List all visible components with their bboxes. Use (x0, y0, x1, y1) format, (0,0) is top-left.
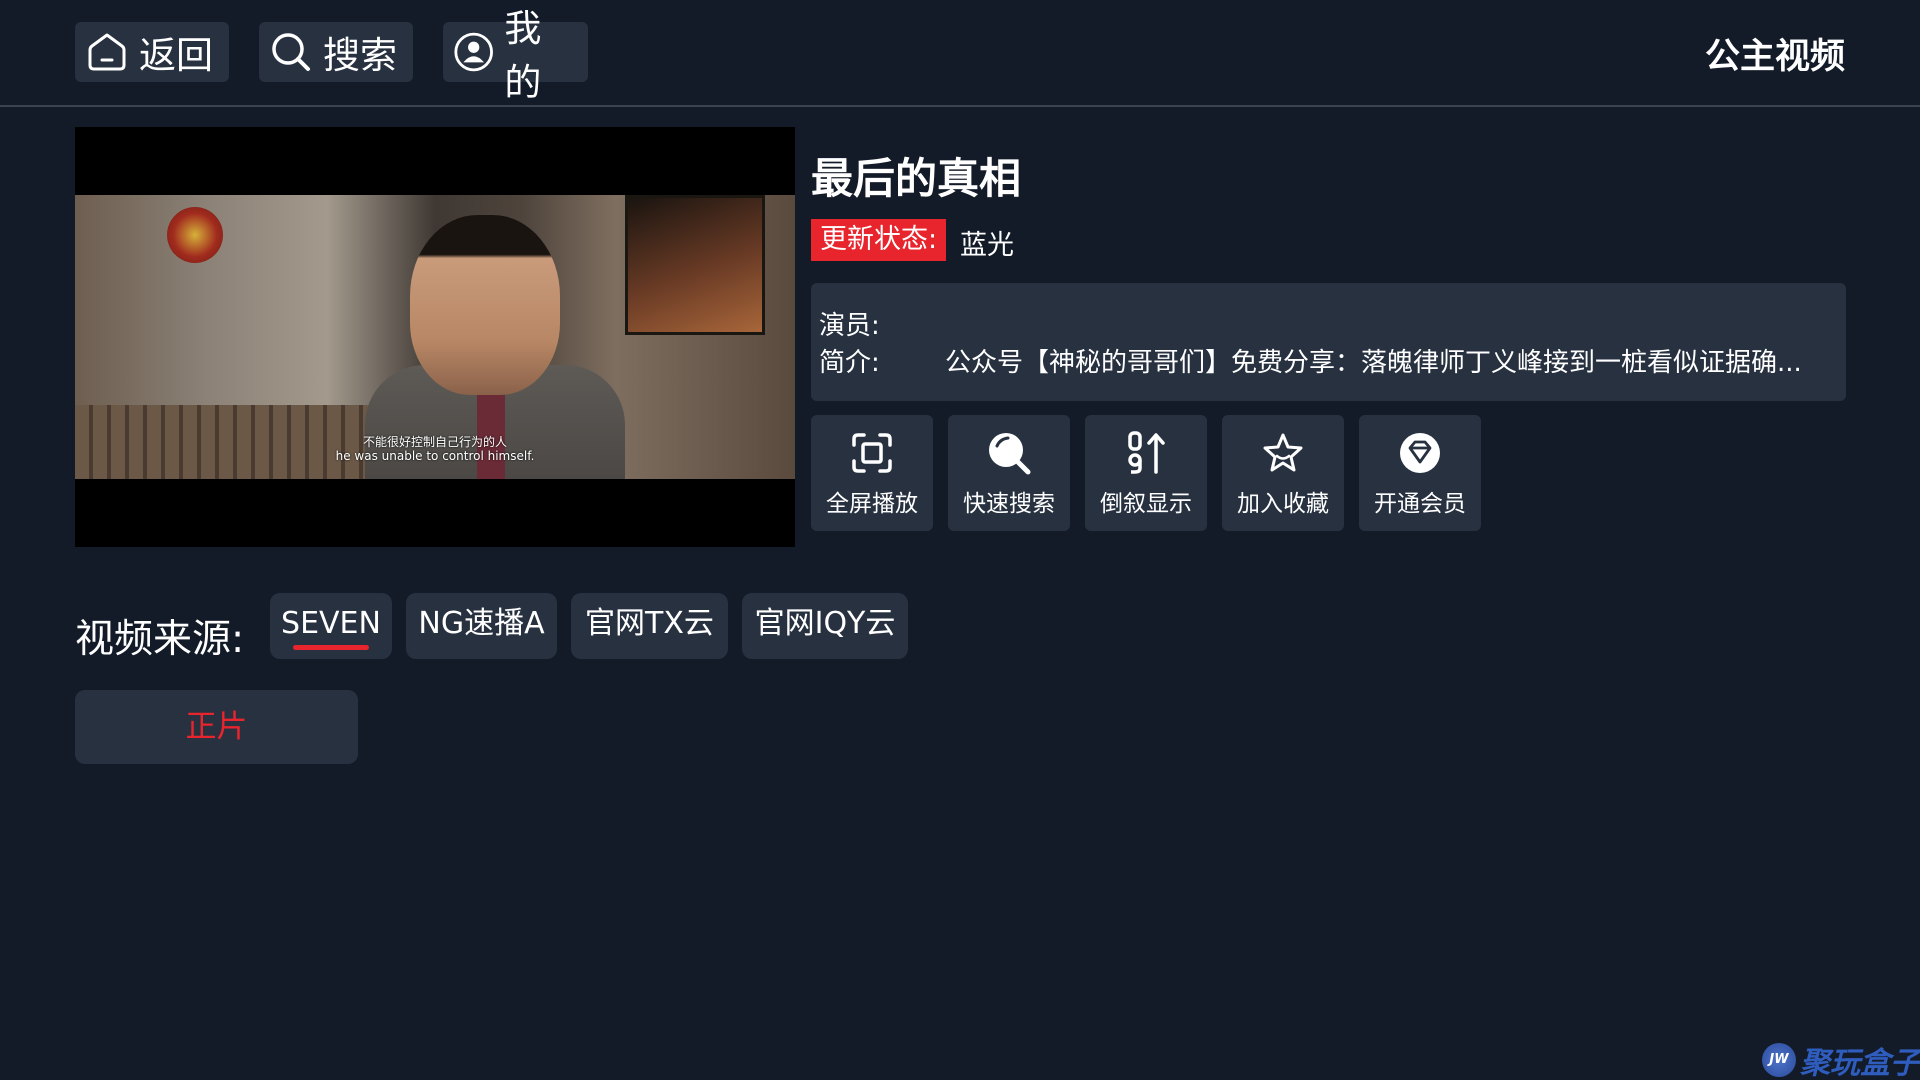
quick-search-icon (989, 433, 1031, 475)
watermark-logo: JW (1762, 1043, 1796, 1077)
courtroom-screen (625, 195, 765, 335)
vip-button[interactable]: 开通会员 (1359, 415, 1481, 531)
vip-label: 开通会员 (1374, 491, 1466, 517)
video-player[interactable]: 不能很好控制自己行为的人 he was unable to control hi… (75, 127, 795, 547)
court-emblem (167, 207, 223, 263)
search-icon (272, 33, 310, 71)
source-tab-label: SEVEN (281, 606, 381, 641)
actors-label: 演员: (819, 311, 880, 341)
actor-head (410, 215, 560, 395)
selected-indicator (293, 645, 369, 650)
intro-value: 公众号【神秘的哥哥们】免费分享：落魄律师丁义峰接到一桩看似证据确... (945, 348, 1802, 378)
quick-search-button[interactable]: 快速搜索 (948, 415, 1070, 531)
source-tab-label: 官网TX云 (585, 606, 714, 641)
search-button[interactable]: 搜索 (259, 22, 413, 82)
status-badge: 更新状态: (811, 219, 947, 261)
source-tab-label: NG速播A (418, 606, 545, 641)
episode-button[interactable]: 正片 (75, 690, 358, 764)
mine-button-label: 我的 (504, 7, 542, 104)
top-bar: 返回 搜索 我的 公主视频 (0, 0, 1920, 107)
source-tab-iqy[interactable]: 官网IQY云 (742, 593, 908, 659)
source-tab-label: 官网IQY云 (754, 606, 896, 641)
fullscreen-button[interactable]: 全屏播放 (811, 415, 933, 531)
subtitle-en: he was unable to control himself. (335, 449, 535, 463)
fullscreen-label: 全屏播放 (826, 491, 918, 517)
watermark: JW 聚玩盒子 (1762, 1040, 1920, 1080)
user-icon (454, 32, 493, 72)
reverse-order-label: 倒叙显示 (1100, 491, 1192, 517)
home-icon (88, 33, 126, 71)
fullscreen-icon (852, 433, 892, 473)
mine-button[interactable]: 我的 (443, 7, 588, 104)
status-value: 蓝光 (960, 230, 1014, 261)
source-label: 视频来源: (75, 617, 245, 662)
back-button[interactable]: 返回 (75, 22, 229, 82)
source-tab-ng[interactable]: NG速播A (406, 593, 557, 659)
source-tab-seven[interactable]: SEVEN (270, 593, 392, 659)
description-box: 演员: 简介: 公众号【神秘的哥哥们】免费分享：落魄律师丁义峰接到一桩看似证据确… (811, 283, 1846, 401)
subtitle-cn: 不能很好控制自己行为的人 (362, 435, 507, 449)
video-title: 最后的真相 (811, 154, 1022, 203)
favorite-button[interactable]: 加入收藏 (1222, 415, 1344, 531)
star-icon (1263, 433, 1303, 472)
diamond-icon (1400, 433, 1440, 473)
app-brand: 公主视频 (1704, 37, 1845, 77)
sort-order-icon (1128, 431, 1165, 474)
back-button-label: 返回 (139, 34, 213, 77)
quick-search-label: 快速搜索 (963, 491, 1055, 517)
search-button-label: 搜索 (323, 34, 397, 77)
intro-label: 简介: (819, 348, 880, 378)
favorite-label: 加入收藏 (1237, 491, 1329, 517)
source-tab-tx[interactable]: 官网TX云 (571, 593, 728, 659)
watermark-text: 聚玩盒子 (1800, 1046, 1920, 1080)
actors-row: 演员: (819, 305, 880, 342)
intro-row: 简介: 公众号【神秘的哥哥们】免费分享：落魄律师丁义峰接到一桩看似证据确... (819, 342, 1802, 379)
reverse-order-button[interactable]: 倒叙显示 (1085, 415, 1207, 531)
